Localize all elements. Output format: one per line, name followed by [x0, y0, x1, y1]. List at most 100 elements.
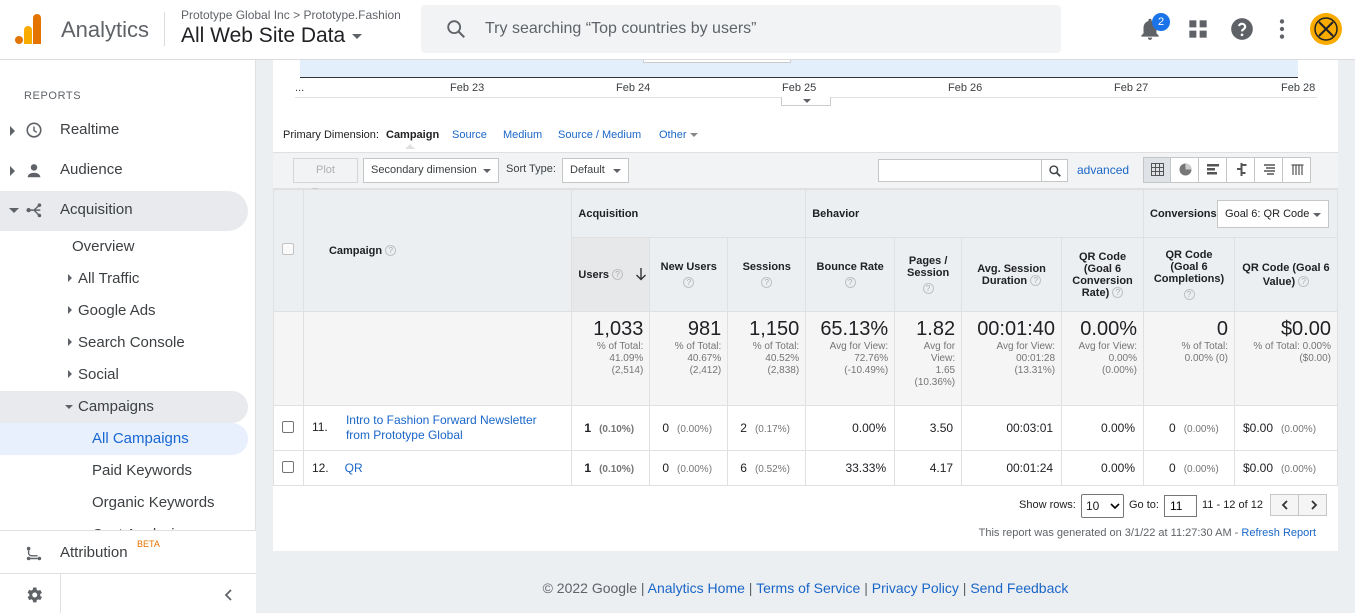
users-header[interactable]: Users ?: [571, 237, 651, 312]
sidebar-item-attribution[interactable]: Attribution BETA: [0, 534, 248, 574]
secondary-dimension-dropdown[interactable]: Secondary dimension: [363, 158, 499, 183]
row-number: 11.: [311, 420, 328, 434]
sidebar-item-organic-keywords[interactable]: Organic Keywords: [92, 487, 215, 519]
dropdown-label: Secondary dimension: [371, 164, 477, 176]
help-icon[interactable]: ?: [922, 283, 934, 294]
chevron-down-icon: [803, 99, 811, 103]
sidebar-item-campaigns[interactable]: Campaigns: [0, 391, 248, 423]
report-card: ... Feb 23 Feb 24 Feb 25 Feb 26 Feb 27 F…: [273, 60, 1339, 551]
view-selector[interactable]: All Web Site Data: [181, 24, 363, 48]
help-icon[interactable]: ?: [761, 277, 773, 288]
avatar-logo-icon: [1314, 17, 1338, 41]
filter-search-button[interactable]: [1041, 159, 1068, 182]
sidebar-item-all-traffic[interactable]: All Traffic: [68, 263, 139, 295]
plot-rows-button[interactable]: Plot Rows: [293, 158, 358, 199]
terms-link[interactable]: Terms of Service: [756, 580, 860, 596]
table-view-button[interactable]: [1144, 158, 1171, 182]
help-icon[interactable]: ?: [1030, 275, 1042, 287]
avg-session-header[interactable]: Avg. Session Duration ?: [961, 237, 1063, 312]
sidebar-item-realtime[interactable]: Realtime: [0, 111, 248, 151]
total-avg-session: 00:01:40 Avg for View: 00:01:28 (13.31%): [961, 311, 1063, 406]
sidebar-item-cost-analysis[interactable]: Cost Analysis: [92, 519, 182, 530]
collapse-sidebar-icon[interactable]: [222, 588, 236, 602]
sessions-header[interactable]: Sessions?: [727, 237, 807, 312]
sidebar-item-overview[interactable]: Overview: [72, 231, 135, 263]
help-icon[interactable]: [1229, 16, 1255, 42]
dimension-other[interactable]: Other: [659, 129, 698, 141]
bounce-rate-header[interactable]: Bounce Rate?: [805, 237, 896, 312]
total-caption: 0.00% (0): [1184, 353, 1228, 364]
total-caption: (0.00%): [1102, 365, 1138, 376]
comparison-view-button[interactable]: [1228, 158, 1255, 182]
sidebar-item-audience[interactable]: Audience: [0, 151, 248, 191]
dimension-source[interactable]: Source: [452, 129, 487, 141]
qr-conv-rate-header[interactable]: QR Code (Goal 6 Conversion Rate) ?: [1061, 237, 1145, 312]
analytics-home-link[interactable]: Analytics Home: [648, 580, 745, 596]
sidebar-item-label: Campaigns: [78, 398, 154, 415]
campaign-link[interactable]: QR: [345, 461, 363, 475]
row-checkbox[interactable]: [282, 460, 295, 473]
feedback-link[interactable]: Send Feedback: [970, 580, 1068, 596]
help-icon[interactable]: ?: [1298, 276, 1310, 288]
x-tick: Feb 26: [948, 82, 983, 94]
privacy-link[interactable]: Privacy Policy: [872, 580, 959, 596]
next-page-button[interactable]: [1300, 495, 1327, 515]
campaign-name-line: from Prototype Global: [345, 428, 463, 442]
sidebar-item-google-ads[interactable]: Google Ads: [68, 295, 156, 327]
help-icon[interactable]: ?: [1112, 287, 1124, 299]
sidebar-item-search-console[interactable]: Search Console: [68, 327, 185, 359]
qr-completions-header[interactable]: QR Code (Goal 6 Completions)?: [1143, 237, 1235, 312]
sort-descending-icon: [636, 268, 647, 281]
pivot-view-button[interactable]: [1284, 158, 1311, 182]
search-box[interactable]: [421, 5, 1061, 53]
show-rows-select[interactable]: 10: [1081, 494, 1124, 518]
campaign-header[interactable]: Campaign ?: [302, 189, 573, 312]
pie-view-button[interactable]: [1172, 158, 1199, 182]
total-value: 0.00%: [1080, 318, 1138, 340]
dimension-medium[interactable]: Medium: [503, 129, 542, 141]
total-caption: 00:01:28: [1016, 353, 1056, 364]
pages-session-header[interactable]: Pages / Session?: [894, 237, 963, 312]
previous-page-button[interactable]: [1271, 495, 1299, 515]
sidebar-item-social[interactable]: Social: [68, 359, 119, 391]
divider: [164, 12, 165, 46]
sidebar-item-paid-keywords[interactable]: Paid Keywords: [92, 455, 192, 487]
apps-grid-icon[interactable]: [1185, 16, 1211, 42]
chart-collapse-handle[interactable]: [781, 97, 831, 106]
goto-page-input[interactable]: [1164, 495, 1197, 517]
analytics-logo-icon[interactable]: [15, 14, 43, 44]
qr-value-header[interactable]: QR Code (Goal 6 Value) ?: [1233, 237, 1339, 312]
help-icon[interactable]: ?: [1183, 289, 1195, 300]
sidebar: REPORTS Realtime Audience Acquisition Ov…: [0, 60, 256, 613]
campaign-link[interactable]: Intro to Fashion Forward Newsletter from …: [346, 413, 571, 443]
sidebar-item-acquisition[interactable]: Acquisition: [0, 191, 248, 231]
help-icon[interactable]: ?: [385, 245, 397, 257]
gear-icon[interactable]: [24, 585, 44, 605]
cell-percent: (0.52%): [754, 464, 790, 475]
performance-view-button[interactable]: [1200, 158, 1227, 182]
term-cloud-view-button[interactable]: [1256, 158, 1283, 182]
beta-badge: BETA: [137, 539, 160, 549]
sidebar-item-all-campaigns[interactable]: All Campaigns: [0, 423, 248, 455]
sort-type-dropdown[interactable]: Default: [562, 158, 629, 183]
help-icon[interactable]: ?: [683, 277, 695, 288]
more-vert-icon[interactable]: [1269, 16, 1295, 42]
goal-select-dropdown[interactable]: Goal 6: QR Code: [1217, 200, 1330, 228]
row-checkbox[interactable]: [282, 420, 295, 433]
table-filter-input[interactable]: [878, 159, 1042, 182]
refresh-report-link[interactable]: Refresh Report: [1241, 527, 1316, 539]
new-users-header[interactable]: New Users?: [649, 237, 729, 312]
dimension-campaign[interactable]: Campaign: [386, 129, 439, 141]
help-icon[interactable]: ?: [612, 269, 624, 281]
account-breadcrumb[interactable]: Prototype Global Inc > Prototype.Fashion: [181, 8, 401, 22]
total-value: 1,150: [749, 318, 800, 340]
account-avatar[interactable]: [1310, 13, 1342, 45]
dimension-source-medium[interactable]: Source / Medium: [558, 129, 641, 141]
select-all-checkbox[interactable]: [282, 243, 295, 255]
help-icon[interactable]: ?: [844, 277, 856, 288]
sessions-cell: 2 (0.17%): [727, 405, 807, 451]
advanced-filter-link[interactable]: advanced: [1077, 163, 1129, 177]
cell-percent: (0.00%): [1281, 464, 1317, 475]
clock-icon: [26, 122, 42, 138]
search-input[interactable]: [485, 15, 1025, 43]
